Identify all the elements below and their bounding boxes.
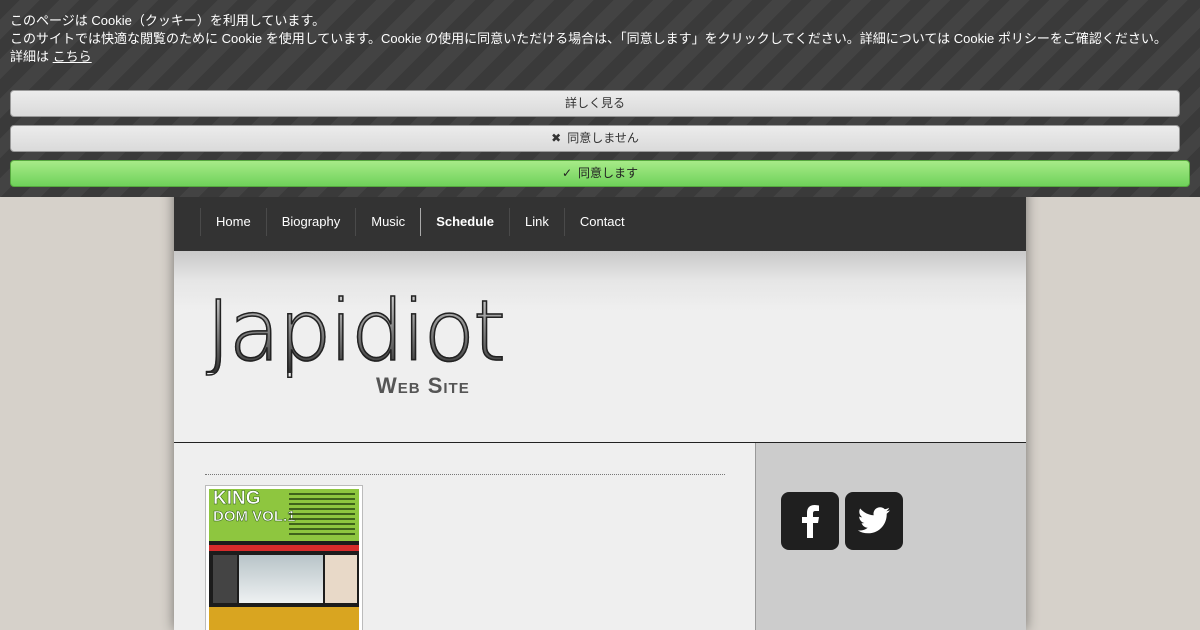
cookie-text: このページは Cookie（クッキー）を利用しています。 このサイトでは快適な閲… xyxy=(10,12,1167,66)
nav-item-contact[interactable]: Contact xyxy=(563,208,640,236)
cookie-description: このサイトでは快適な閲覧のために Cookie を使用しています。Cookie … xyxy=(10,31,1167,46)
nav-item-schedule[interactable]: Schedule xyxy=(420,208,509,236)
cookie-accept-button[interactable]: ✓ 同意します xyxy=(10,160,1190,187)
nav-item-music[interactable]: Music xyxy=(355,208,420,236)
site-logo[interactable]: Japidiot Web Site xyxy=(205,288,516,401)
flyer-artwork: KING DOM VOL.1 xyxy=(209,489,359,630)
cookie-decline-button[interactable]: ✖ 同意しません xyxy=(10,125,1180,152)
nav-list: Home Biography Music Schedule Link Conta… xyxy=(200,208,640,236)
facebook-icon xyxy=(802,505,819,538)
flyer-lineup-text xyxy=(289,493,355,535)
nav-item-home[interactable]: Home xyxy=(200,208,266,236)
cookie-more-button[interactable]: 詳しく見る xyxy=(10,90,1180,117)
nav-item-biography[interactable]: Biography xyxy=(265,208,356,236)
twitter-icon xyxy=(858,507,890,534)
facebook-button[interactable] xyxy=(781,492,839,550)
sidebar xyxy=(755,443,1026,630)
flyer-photo-left xyxy=(213,555,237,603)
flyer-bottom-area xyxy=(209,607,359,630)
site-header: Japidiot Web Site xyxy=(174,251,1026,443)
close-icon: ✖ xyxy=(551,131,562,145)
logo-main-text: Japidiot xyxy=(205,282,506,380)
cookie-accept-label: 同意します xyxy=(578,166,639,180)
flyer-photo-center xyxy=(239,555,323,603)
logo-sub-text: Web Site xyxy=(376,373,470,398)
cookie-decline-label: 同意しません xyxy=(567,131,639,145)
event-flyer-image[interactable]: KING DOM VOL.1 xyxy=(205,485,363,630)
flyer-title-line1: KING xyxy=(213,489,261,509)
flyer-title: KING DOM VOL.1 xyxy=(213,489,296,525)
cookie-details-prefix: 詳細は xyxy=(10,49,50,64)
nav-item-link[interactable]: Link xyxy=(508,208,564,236)
cookie-details-link[interactable]: こちら xyxy=(53,49,92,64)
cookie-title: このページは Cookie（クッキー）を利用しています。 xyxy=(10,13,326,28)
content-divider xyxy=(205,474,725,475)
cookie-more-label: 詳しく見る xyxy=(564,96,625,110)
flyer-title-line2: DOM VOL.1 xyxy=(213,508,296,526)
main-content: KING DOM VOL.1 xyxy=(174,443,755,630)
flyer-red-band xyxy=(209,545,359,551)
cookie-banner: このページは Cookie（クッキー）を利用しています。 このサイトでは快適な閲… xyxy=(0,0,1200,197)
flyer-photo-right xyxy=(325,555,357,603)
checkmark-icon: ✓ xyxy=(561,166,573,180)
cookie-details-line: 詳細は こちら xyxy=(10,48,1167,66)
twitter-button[interactable] xyxy=(845,492,903,550)
